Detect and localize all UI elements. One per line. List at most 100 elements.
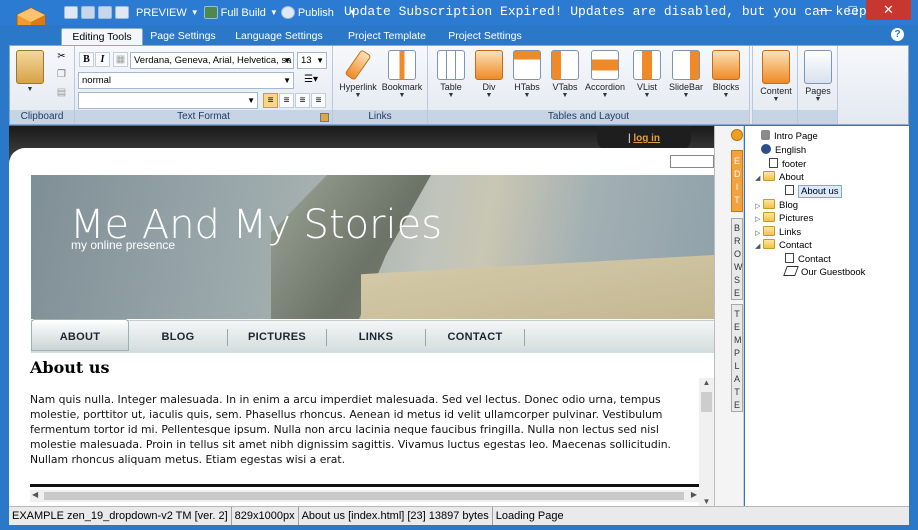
paste-special-icon[interactable]: ▤: [54, 86, 69, 101]
content-heading[interactable]: About us: [30, 358, 110, 377]
div-button[interactable]: Div ▼: [472, 50, 506, 99]
table-button[interactable]: Table ▼: [434, 50, 468, 99]
format-painter-icon[interactable]: ▦: [113, 52, 128, 67]
italic-button[interactable]: I: [95, 52, 110, 67]
tree-item-footer[interactable]: footer: [761, 158, 806, 171]
chevron-down-icon: ▼: [283, 56, 291, 65]
help-icon[interactable]: ?: [891, 28, 904, 41]
nav-item-contact[interactable]: CONTACT: [426, 321, 524, 354]
nav-item-blog[interactable]: BLOG: [129, 321, 227, 354]
clipboard-group: ▼ ✂ ❐ ▤ Clipboard: [10, 46, 75, 124]
editor-canvas[interactable]: | log in Me And My Stories my online pre…: [9, 126, 714, 506]
align-justify-icon[interactable]: ≡: [311, 93, 326, 108]
folder-icon: [763, 239, 775, 249]
accordion-button[interactable]: Accordion ▼: [584, 50, 626, 99]
pages-group-label: [798, 110, 837, 124]
tab-edit[interactable]: EDIT: [731, 150, 743, 212]
dialog-launcher-icon[interactable]: [320, 113, 329, 122]
scroll-down-icon[interactable]: ▼: [699, 497, 714, 506]
chevron-down-icon[interactable]: ▼: [270, 8, 278, 17]
tab-language-settings[interactable]: Language Settings: [231, 28, 327, 45]
tree-item-guestbook[interactable]: Our Guestbook: [777, 266, 865, 279]
tab-project-settings[interactable]: Project Settings: [441, 28, 529, 45]
tree-item-intro-page[interactable]: Intro Page: [753, 130, 818, 143]
blocks-button[interactable]: Blocks ▼: [708, 50, 744, 99]
copy-icon[interactable]: ❐: [54, 68, 69, 83]
window-title: Update Subscription Expired! Updates are…: [344, 4, 891, 19]
search-input[interactable]: [670, 155, 714, 168]
save-icon[interactable]: [64, 6, 78, 19]
content-horizontal-scrollbar[interactable]: ◀ ▶: [30, 490, 699, 502]
tab-browse[interactable]: BROWSE: [731, 218, 743, 300]
status-project: EXAMPLE zen_19_dropdown-v2 TM [ver. 2]: [9, 507, 232, 525]
pages-icon: [804, 50, 832, 84]
bold-button[interactable]: B: [79, 52, 94, 67]
maximize-button[interactable]: □: [839, 0, 866, 20]
expanded-icon[interactable]: ◢: [755, 172, 763, 185]
undo-icon[interactable]: [81, 6, 95, 19]
tree-item-contact[interactable]: ◢ Contact: [755, 239, 812, 252]
scroll-thumb[interactable]: [701, 392, 712, 412]
expanded-icon[interactable]: ◢: [755, 240, 763, 253]
tab-template-label: TEMPLATE: [734, 309, 742, 410]
tree-item-label: Links: [779, 227, 802, 238]
minimize-button[interactable]: —: [812, 0, 839, 20]
chevron-down-icon[interactable]: ▼: [191, 8, 199, 17]
tree-item-blog[interactable]: ▷ Blog: [755, 199, 798, 212]
list-icon[interactable]: ☰▾: [297, 73, 325, 88]
align-left-icon[interactable]: ≡: [263, 93, 278, 108]
scroll-up-icon[interactable]: ▲: [699, 378, 714, 387]
tab-page-settings[interactable]: Page Settings: [147, 28, 219, 45]
paste-button[interactable]: ▼: [15, 50, 45, 93]
htabs-button[interactable]: HTabs ▼: [510, 50, 544, 99]
tab-project-template[interactable]: Project Template: [343, 28, 431, 45]
chevron-down-icon: ▼: [316, 56, 324, 65]
tree-item-contact-page[interactable]: Contact: [777, 253, 831, 266]
content-body[interactable]: Nam quis nulla. Integer malesuada. In in…: [30, 392, 695, 467]
publish-button[interactable]: Publish: [298, 7, 334, 19]
pages-button[interactable]: Pages ▼: [802, 50, 834, 103]
paragraph-style-select[interactable]: normal ▼: [78, 72, 294, 89]
preview-button[interactable]: PREVIEW: [136, 7, 187, 19]
login-link[interactable]: log in: [633, 133, 660, 144]
tab-template[interactable]: TEMPLATE: [731, 304, 743, 412]
close-button[interactable]: ✕: [866, 0, 911, 20]
tree-item-english[interactable]: English: [753, 144, 806, 157]
tree-item-label: English: [775, 145, 807, 156]
slidebar-button[interactable]: SlideBar ▼: [668, 50, 704, 99]
full-build-button[interactable]: Full Build: [221, 7, 266, 19]
tree-item-pictures[interactable]: ▷ Pictures: [755, 212, 813, 225]
nav-item-links[interactable]: LINKS: [327, 321, 425, 354]
vtabs-button[interactable]: VTabs ▼: [548, 50, 582, 99]
nav-item-about[interactable]: ABOUT: [31, 319, 129, 351]
font-family-select[interactable]: Verdana, Geneva, Arial, Helvetica, sa ▼: [130, 52, 294, 69]
header-banner: Me And My Stories my online presence: [31, 175, 714, 319]
content-button[interactable]: Content ▼: [757, 50, 795, 103]
tree-item-about-us[interactable]: About us: [777, 185, 842, 198]
nav-item-pictures[interactable]: PICTURES: [228, 321, 326, 354]
tab-editing-tools[interactable]: Editing Tools: [61, 28, 143, 45]
vtabs-icon: [551, 50, 579, 80]
font-size-select[interactable]: 13 ▼: [297, 52, 327, 69]
pages-label: Pages: [805, 86, 831, 96]
align-center-icon[interactable]: ≡: [279, 93, 294, 108]
web-page: Me And My Stories my online presence ABO…: [9, 148, 714, 506]
scroll-left-icon[interactable]: ◀: [32, 490, 38, 499]
power-icon[interactable]: [731, 129, 743, 141]
align-right-icon[interactable]: ≡: [295, 93, 310, 108]
content-group-label: [753, 110, 797, 124]
scroll-thumb[interactable]: [44, 492, 684, 500]
collapsed-icon[interactable]: ▷: [755, 213, 763, 226]
vlist-button[interactable]: VList ▼: [630, 50, 664, 99]
hyperlink-button[interactable]: Hyperlink ▼: [337, 49, 379, 99]
scroll-right-icon[interactable]: ▶: [691, 490, 697, 499]
tree-item-links[interactable]: ▷ Links: [755, 226, 801, 239]
class-select[interactable]: ▼: [78, 92, 258, 109]
bookmark-button[interactable]: Bookmark ▼: [381, 50, 423, 99]
tree-item-about[interactable]: ◢ About: [755, 171, 804, 184]
chevron-down-icon: ▼: [682, 92, 690, 99]
redo-icon[interactable]: [98, 6, 112, 19]
new-page-icon[interactable]: [115, 6, 129, 19]
content-vertical-scrollbar[interactable]: ▲ ▼: [699, 378, 714, 506]
cut-icon[interactable]: ✂: [54, 50, 69, 65]
